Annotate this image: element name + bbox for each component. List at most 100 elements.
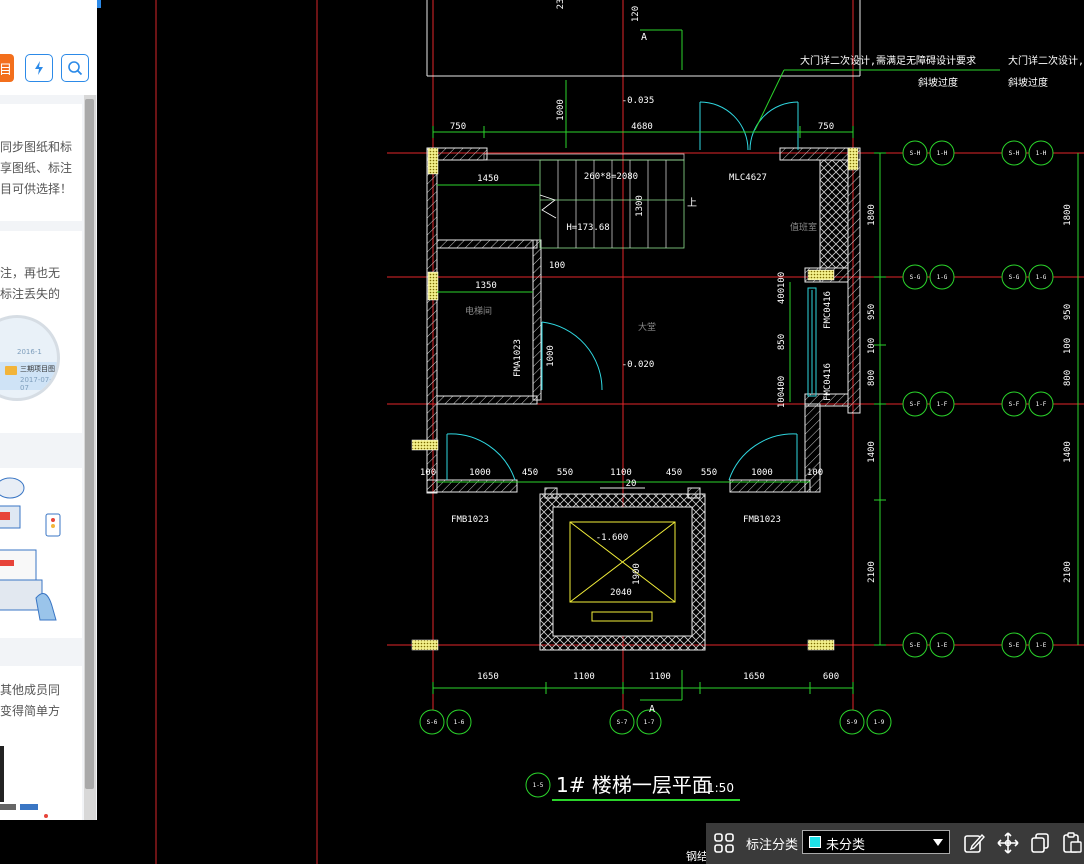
bubble-text: 1-H: [937, 150, 948, 157]
dim-text: 2100: [1063, 561, 1073, 583]
feature-card-annotation: 注，再也无 标注丢失的 2016-1 三期项目图 2017-07-07: [0, 231, 82, 433]
bubble-text: S-E: [1009, 642, 1020, 649]
feature-card-sync: 同步图纸和标 享图纸、标注 目可供选择！: [0, 104, 82, 221]
dim-text: 100: [867, 338, 877, 354]
dim-text: 850: [777, 334, 787, 350]
bubble-text: 1-H: [1036, 150, 1047, 157]
section-marker: A: [649, 704, 655, 715]
dimension-lines: [432, 29, 1079, 701]
category-select[interactable]: 未分类: [802, 830, 950, 854]
cad-drawing-canvas[interactable]: S-H 1-H S-G 1-G S-F 1-F S-E 1-E S-H 1-H …: [0, 0, 1084, 864]
section-marker: A: [641, 32, 647, 43]
note-text: 斜坡过度: [1008, 76, 1048, 89]
card-line: 目可供选择！: [0, 182, 73, 196]
search-icon: [68, 61, 83, 76]
dim-text: 950: [1063, 304, 1073, 320]
staircase: [483, 153, 685, 249]
door-tag: FMC0416: [823, 291, 833, 329]
dim-text: 100: [420, 468, 436, 478]
viewport-frame: [155, 0, 318, 864]
dim-text: 1400: [1063, 441, 1073, 463]
card-line: 标注丢失的: [0, 287, 61, 301]
move-icon[interactable]: [996, 831, 1020, 855]
category-label: 标注分类: [746, 838, 799, 853]
note-text: 大门详二次设计,需: [1008, 54, 1084, 67]
dim-text: 23: [556, 0, 566, 9]
elevation-text: -1.600: [596, 533, 629, 543]
bubble-text: S-7: [617, 719, 628, 726]
dim-text: 2040: [610, 588, 632, 598]
door-swings: [446, 101, 817, 481]
dim-text: 120: [631, 6, 641, 22]
panel-scrollbar[interactable]: [84, 95, 96, 820]
bubble-text: 1-E: [937, 642, 948, 649]
dim-text: 2100: [867, 561, 877, 583]
dim-text: 450: [522, 468, 538, 478]
dim-text: 1350: [475, 281, 497, 291]
feature-card-illustration: [0, 468, 82, 638]
dim-text: 1300: [635, 195, 645, 217]
stair-up-label: 上: [687, 197, 697, 209]
panel-accent-strip: [97, 0, 101, 8]
dim-text: 1000: [546, 345, 556, 367]
door-tag: FMB1023: [451, 515, 489, 525]
magnifier-folder-name: 三期项目图: [20, 365, 55, 373]
sync-button[interactable]: [25, 54, 53, 82]
axis-lines: [387, 0, 1084, 720]
card-line: 变得简单方: [0, 704, 61, 718]
bubble-text: S-9: [847, 719, 858, 726]
dim-text: 1000: [556, 99, 566, 121]
stair-spec: 260*8=2080: [584, 172, 638, 182]
magnifier-date: 2017-07-07: [20, 376, 52, 392]
dim-text: 550: [557, 468, 573, 478]
note-text: 斜坡过度: [918, 76, 958, 89]
search-button[interactable]: [61, 54, 89, 82]
paste-icon[interactable]: [1060, 831, 1084, 855]
layout-grid-icon[interactable]: [712, 831, 736, 855]
bubble-text: S-G: [910, 274, 921, 281]
dim-text: 450: [666, 468, 682, 478]
dim-text: 1100: [649, 672, 671, 682]
magnifier-illustration: 2016-1 三期项目图 2017-07-07: [0, 315, 60, 401]
orange-menu-button[interactable]: 目: [0, 54, 14, 82]
devices-illustration: [0, 477, 61, 621]
bubble-text: S-F: [1009, 401, 1020, 408]
bubble-text: 1-G: [937, 274, 948, 281]
bubble-text: 1-F: [1036, 401, 1047, 408]
stair-height: H=173.68: [566, 223, 609, 233]
card-line: 其他成员同: [0, 683, 61, 697]
bubble-text: S-H: [910, 150, 921, 157]
bubble-text: 1-9: [874, 719, 885, 726]
bubble-text: 1-6: [454, 719, 465, 726]
dim-text: 1900: [632, 563, 642, 585]
dim-text: 600: [823, 672, 839, 682]
team-illustration: [0, 746, 48, 818]
panel-scrollbar-thumb[interactable]: [85, 99, 94, 789]
copy-icon[interactable]: [1028, 831, 1052, 855]
bubble-text: S-6: [427, 719, 438, 726]
dim-text: 800: [867, 370, 877, 386]
dim-text: 1650: [743, 672, 765, 682]
elevation-text: -0.035: [622, 96, 655, 106]
title-text: 1# 楼梯一层平面: [556, 773, 712, 797]
bubble-text: 1-E: [1036, 642, 1047, 649]
dim-text: 750: [450, 122, 466, 132]
annotation-toolbar: 标注分类 未分类: [706, 823, 1084, 864]
drawing-title: 1# 楼梯一层平面 1:50: [552, 773, 740, 801]
category-value: 未分类: [826, 838, 866, 853]
door-tag: FMA1023: [513, 339, 523, 377]
card-line: 享图纸、标注: [0, 161, 73, 175]
dim-text: 400: [777, 376, 787, 392]
dim-text: 4680: [631, 122, 653, 132]
bubble-text: 1-F: [937, 401, 948, 408]
dim-text: 100: [549, 261, 565, 271]
door-tag: MLC4627: [729, 173, 767, 183]
bubble-text: S-H: [1009, 150, 1020, 157]
dim-text: 950: [867, 304, 877, 320]
edit-icon[interactable]: [962, 831, 986, 855]
dim-text: 100: [777, 272, 787, 288]
dim-text: 100: [777, 392, 787, 408]
bubble-text: S-E: [910, 642, 921, 649]
side-panel: 目 同步图纸和标 享图纸、标注 目可供选择！ 注，再也无 标注丢失的 2016-…: [0, 0, 97, 820]
bubble-text: S-G: [1009, 274, 1020, 281]
